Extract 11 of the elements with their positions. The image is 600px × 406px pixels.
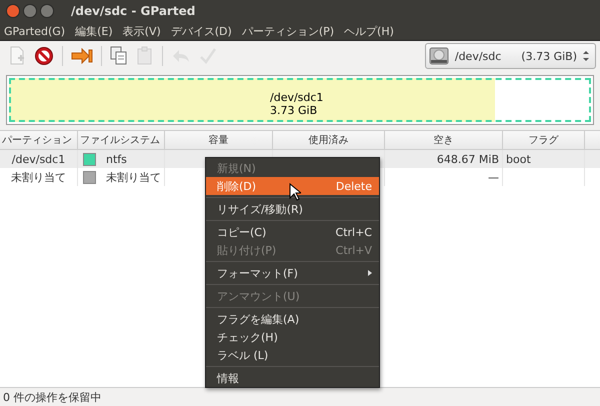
table-cell: 未割り当て: [106, 170, 161, 184]
table-cell: 648.67 MiB: [436, 152, 499, 166]
partition-size: 3.73 GiB: [270, 104, 318, 117]
table-cell: 未割り当て: [11, 170, 66, 184]
status-bar: 0 件の操作を保留中: [0, 387, 600, 406]
table-cell: /dev/sdc1: [12, 152, 66, 166]
table-cell: boot: [506, 152, 531, 166]
table-cell: ntfs: [106, 152, 127, 166]
partition-name: /dev/sdc1: [270, 91, 324, 104]
window-title: /dev/sdc - GParted: [71, 4, 196, 18]
table-cell: —: [488, 170, 499, 184]
